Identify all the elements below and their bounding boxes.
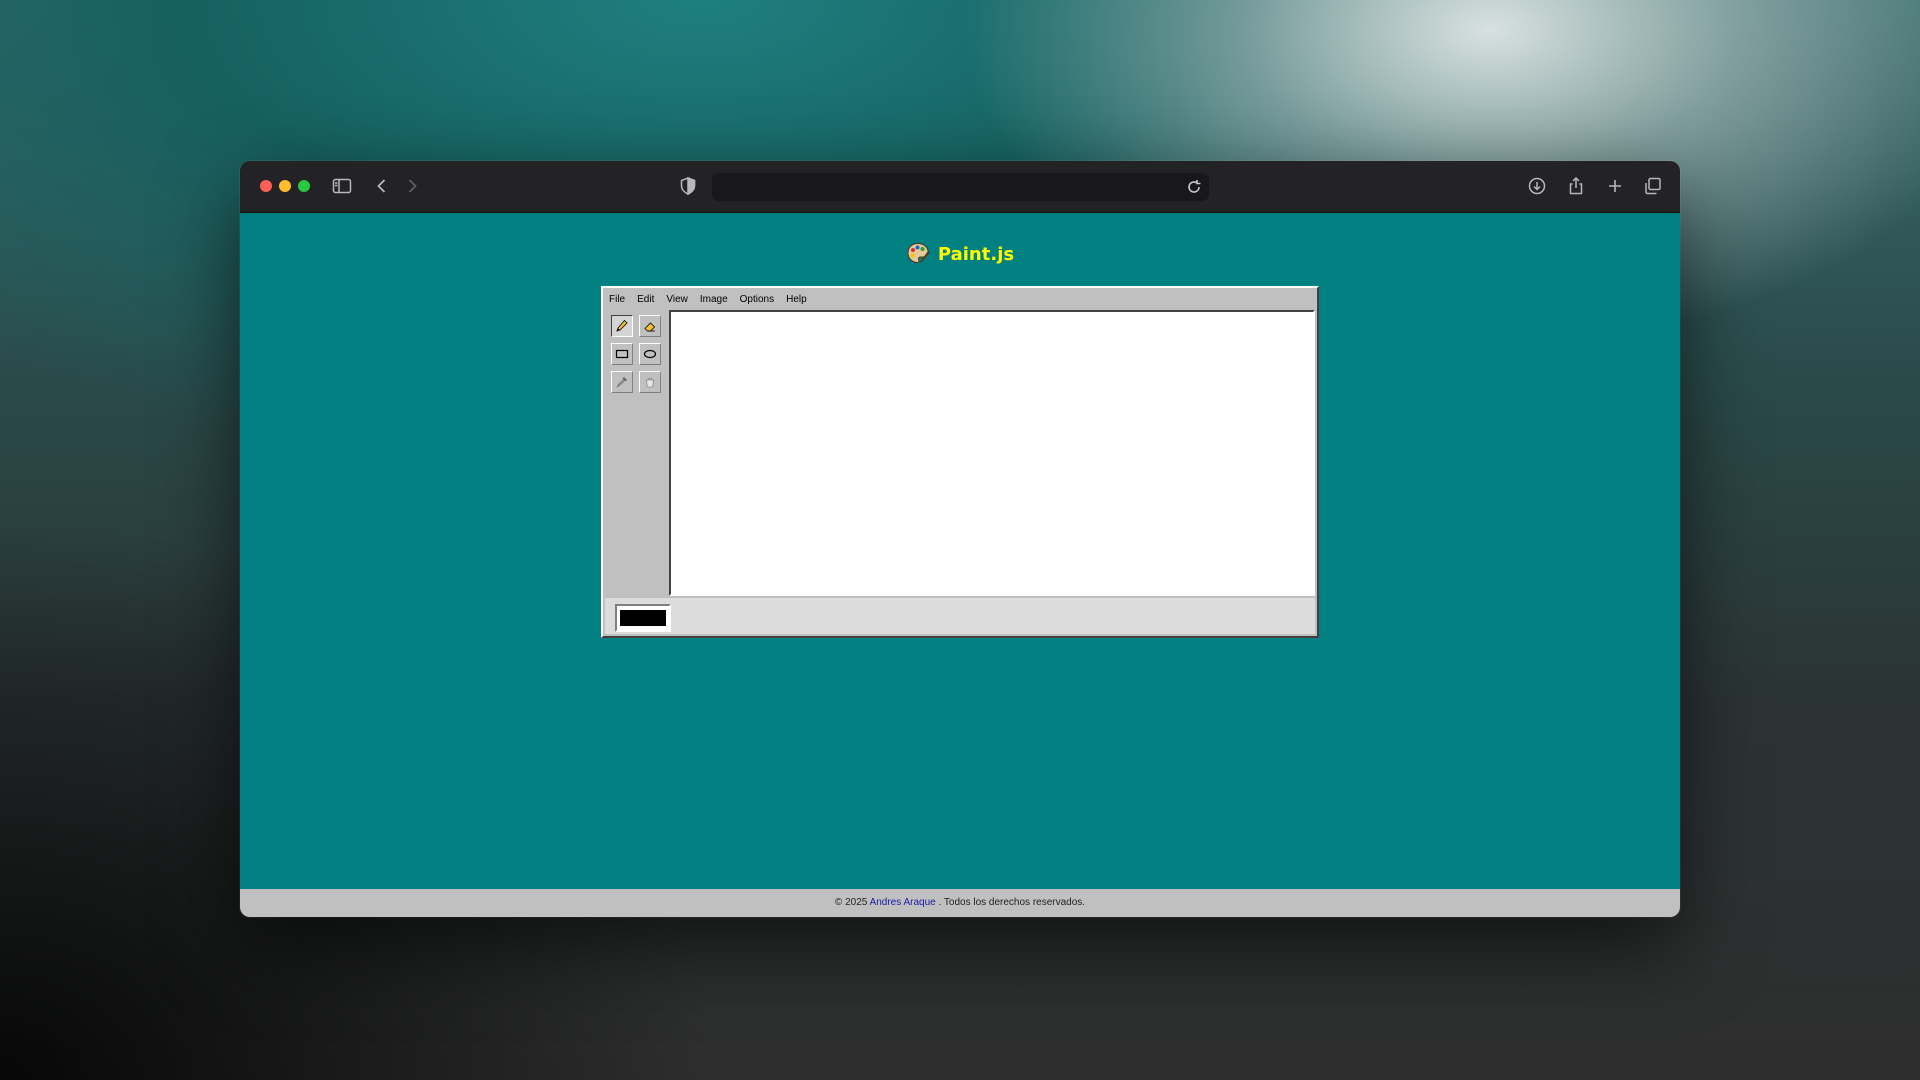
rectangle-tool-button[interactable]: [611, 343, 633, 365]
forward-icon[interactable]: [401, 175, 423, 197]
rectangle-icon: [615, 349, 629, 359]
pencil-tool-button[interactable]: [611, 315, 633, 337]
menu-edit[interactable]: Edit: [637, 292, 654, 308]
page-viewport: Paint.js File Edit View Image Options He…: [240, 213, 1680, 889]
footer-rights: . Todos los derechos reservados.: [938, 897, 1086, 908]
canvas-frame: [669, 310, 1315, 596]
eyedropper-icon: [616, 377, 627, 388]
palette-icon: [906, 241, 930, 265]
bucket-icon: [646, 377, 654, 388]
footer-author-link[interactable]: Andres Araque: [870, 897, 936, 908]
eraser-tool-button[interactable]: [639, 315, 661, 337]
footer-copyright: © 2025: [834, 897, 868, 908]
browser-window: Paint.js File Edit View Image Options He…: [240, 161, 1680, 917]
browser-toolbar: [240, 161, 1680, 213]
address-bar[interactable]: [712, 173, 1209, 201]
back-icon[interactable]: [371, 175, 393, 197]
menu-file[interactable]: File: [609, 292, 625, 308]
share-icon[interactable]: [1565, 175, 1587, 197]
ellipse-icon: [643, 349, 657, 359]
app-title-text: Paint.js: [937, 244, 1015, 265]
ellipse-tool-button[interactable]: [639, 343, 661, 365]
drawing-canvas[interactable]: [671, 312, 1313, 594]
tabs-overview-icon[interactable]: [1642, 175, 1664, 197]
download-icon[interactable]: [1526, 175, 1548, 197]
pencil-icon: [616, 319, 628, 332]
color-bar: [605, 598, 1315, 634]
fill-tool-button[interactable]: [639, 371, 661, 393]
maximize-window-button[interactable]: [298, 180, 310, 192]
paint-window: File Edit View Image Options Help: [601, 286, 1319, 638]
color-picker-tool-button[interactable]: [611, 371, 633, 393]
shield-icon[interactable]: [677, 175, 699, 197]
close-window-button[interactable]: [260, 180, 272, 192]
new-tab-icon[interactable]: [1604, 175, 1626, 197]
eraser-icon: [644, 322, 656, 332]
menu-bar: File Edit View Image Options Help: [609, 292, 819, 308]
page-footer: © 2025 Andres Araque . Todos los derecho…: [240, 889, 1680, 917]
current-color-swatch: [620, 610, 666, 626]
page-title: Paint.js: [240, 241, 1680, 268]
sidebar-icon[interactable]: [331, 175, 353, 197]
menu-help[interactable]: Help: [786, 292, 807, 308]
menu-options[interactable]: Options: [740, 292, 774, 308]
menu-view[interactable]: View: [666, 292, 688, 308]
minimize-window-button[interactable]: [279, 180, 291, 192]
current-color-well[interactable]: [615, 604, 671, 632]
menu-image[interactable]: Image: [700, 292, 728, 308]
reload-icon[interactable]: [1185, 178, 1203, 196]
toolbox: [605, 310, 667, 598]
